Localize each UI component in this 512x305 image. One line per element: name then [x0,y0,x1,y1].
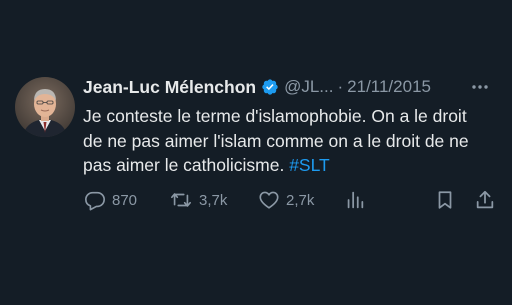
bookmark-button[interactable] [434,186,456,214]
like-count: 2,7k [286,191,315,209]
avatar-image [15,77,75,137]
reply-count: 870 [112,191,138,209]
more-icon[interactable] [470,77,490,97]
reply-button[interactable]: 870 [84,186,137,214]
tweet-text: Je conteste le terme d'islamophobie. On … [83,104,483,178]
bookmark-icon [434,189,456,211]
share-button[interactable] [474,186,496,214]
reply-icon [84,189,106,211]
views-icon [344,189,366,211]
share-icon [474,189,496,211]
author-name[interactable]: Jean-Luc Mélenchon [83,77,256,98]
separator-dot: · [337,77,344,96]
tweet-actions: 870 3,7k 2,7k [84,186,504,214]
author-handle[interactable]: @JL... [284,77,333,97]
retweet-icon [169,189,193,211]
like-button[interactable]: 2,7k [258,186,314,214]
tweet-header: Jean-Luc Mélenchon @JL... · 21/11/2015 [83,72,498,102]
tweet-date[interactable]: 21/11/2015 [347,77,431,97]
tweet-text-main: Je conteste le terme d'islamophobie. On … [83,106,469,175]
retweet-button[interactable]: 3,7k [169,186,227,214]
like-icon [258,189,280,211]
tweet-content: Jean-Luc Mélenchon @JL... · 21/11/2015 J… [83,72,498,178]
verified-badge-icon [261,78,279,96]
views-button[interactable] [344,186,366,214]
retweet-count: 3,7k [199,191,228,209]
page: Jean-Luc Mélenchon @JL... · 21/11/2015 J… [0,0,512,305]
hashtag-link[interactable]: #SLT [289,155,330,175]
avatar[interactable] [15,77,75,137]
